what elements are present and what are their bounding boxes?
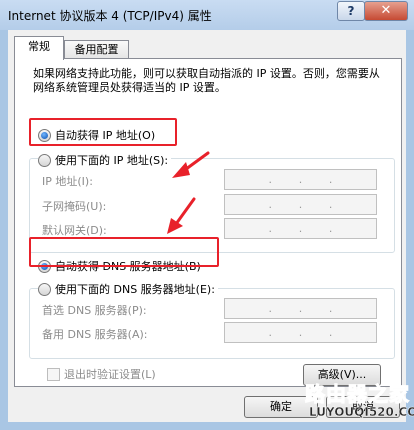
preferred-dns-field[interactable]: ... xyxy=(224,298,377,319)
auto-ip-highlight xyxy=(29,118,177,146)
alternate-dns-label: 备用 DNS 服务器(A): xyxy=(42,328,148,341)
validate-on-exit-label: 退出时验证设置(L) xyxy=(64,368,156,381)
dialog-client-area: 常规 备用配置 如果网络支持此功能，则可以获取自动指派的 IP 设置。否则，您需… xyxy=(8,30,406,422)
close-icon: ✕ xyxy=(380,3,392,18)
description-text: 如果网络支持此功能，则可以获取自动指派的 IP 设置。否则，您需要从网络系统管理… xyxy=(33,67,380,94)
subnet-mask-field[interactable]: ... xyxy=(224,194,377,215)
ip-address-field[interactable]: ... xyxy=(224,169,377,190)
watermark-url: LUYOUQI520.COM xyxy=(309,405,414,419)
manual-dns-radio[interactable] xyxy=(38,282,51,296)
manual-dns-label: 使用下面的 DNS 服务器地址(E): xyxy=(55,283,215,296)
arrow-annotation-1 xyxy=(172,151,210,178)
auto-dns-highlight xyxy=(29,237,219,267)
tab-panel: 如果网络支持此功能，则可以获取自动指派的 IP 设置。否则，您需要从网络系统管理… xyxy=(14,58,402,387)
help-button[interactable]: ? xyxy=(337,1,365,21)
tab-general[interactable]: 常规 xyxy=(14,36,64,60)
preferred-dns-label: 首选 DNS 服务器(P): xyxy=(42,304,147,317)
title-bar[interactable]: Internet 协议版本 4 (TCP/IPv4) 属性 ? ✕ xyxy=(0,0,414,30)
default-gateway-label: 默认网关(D): xyxy=(42,224,107,237)
close-button[interactable]: ✕ xyxy=(364,1,408,21)
subnet-mask-label: 子网掩码(U): xyxy=(42,200,107,213)
manual-ip-option[interactable]: 使用下面的 IP 地址(S): xyxy=(38,152,172,168)
validate-on-exit-option[interactable]: 退出时验证设置(L) xyxy=(47,366,156,382)
window-title: Internet 协议版本 4 (TCP/IPv4) 属性 xyxy=(8,9,212,23)
alternate-dns-field[interactable]: ... xyxy=(224,322,377,343)
watermark-title: 路由器之家 xyxy=(305,382,410,407)
arrow-annotation-2 xyxy=(167,197,196,234)
tab-alternate-config[interactable]: 备用配置 xyxy=(64,40,129,60)
watermark-logo: 路由器之家 LUYOUQI520.COM xyxy=(305,378,414,430)
validate-on-exit-checkbox[interactable] xyxy=(47,367,60,381)
manual-ip-label: 使用下面的 IP 地址(S): xyxy=(55,154,169,167)
manual-ip-radio[interactable] xyxy=(38,153,51,167)
ip-address-label: IP 地址(I): xyxy=(42,175,93,188)
default-gateway-field[interactable]: ... xyxy=(224,218,377,239)
manual-dns-option[interactable]: 使用下面的 DNS 服务器地址(E): xyxy=(38,281,218,297)
